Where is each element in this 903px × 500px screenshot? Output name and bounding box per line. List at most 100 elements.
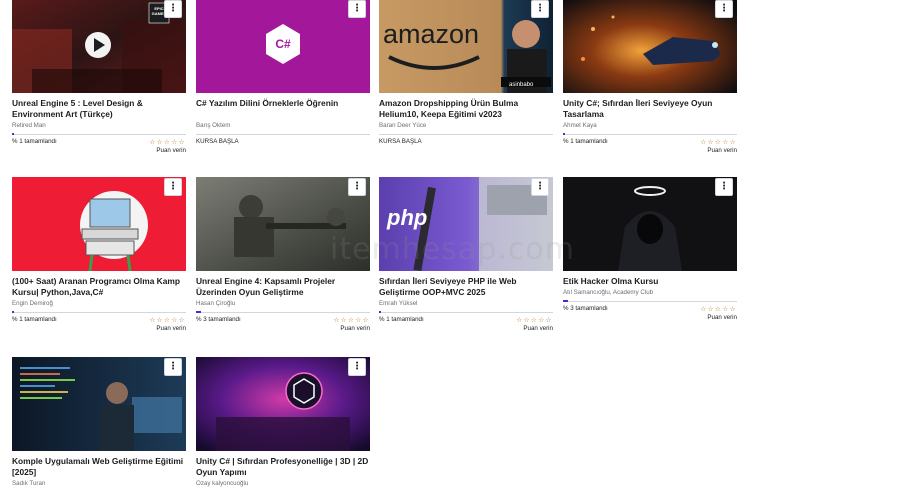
card-menu-button[interactable]: ⋮	[164, 178, 182, 196]
progress-bar	[563, 133, 737, 135]
php-logo: php	[387, 205, 428, 230]
more-vertical-icon: ⋮	[719, 3, 729, 14]
progress-fill	[196, 311, 201, 313]
course-thumbnail[interactable]: ⋮	[196, 357, 370, 451]
progress-text: % 1 tamamlandı	[12, 138, 57, 145]
card-menu-button[interactable]: ⋮	[715, 0, 733, 18]
course-thumbnail[interactable]: ⋮	[196, 177, 370, 271]
card-menu-button[interactable]: ⋮	[164, 358, 182, 376]
course-card[interactable]: php ⋮ Sıfırdan İleri Seviyeye PHP ile We…	[379, 177, 553, 337]
progress-fill	[12, 133, 14, 135]
course-title[interactable]: (100+ Saat) Aranan Programcı Olma Kamp K…	[12, 276, 186, 298]
course-card[interactable]: ⋮ Unity C#; Sıfırdan İleri Seviyeye Oyun…	[563, 0, 737, 159]
course-title[interactable]: Komple Uygulamalı Web Geliştirme Eğitimi…	[12, 456, 186, 478]
course-thumbnail[interactable]: EPIC GAMES ⋮	[12, 0, 186, 93]
rating-stars[interactable]: ☆☆☆☆☆	[149, 316, 186, 324]
progress-bar	[12, 133, 186, 135]
progress-bar	[379, 311, 553, 313]
thumbnail-image	[563, 177, 737, 271]
progress-text: % 3 tamamlandı	[563, 305, 608, 312]
course-card[interactable]: amazon asinbabo ⋮ Amazon Dropshipping Ür…	[379, 0, 553, 159]
rate-course-link[interactable]: Puan verin	[156, 147, 186, 154]
course-instructor: Retired Man	[12, 122, 46, 129]
divider	[379, 134, 553, 135]
course-thumbnail[interactable]: ⋮	[563, 0, 737, 93]
start-course-link[interactable]: KURSA BAŞLA	[196, 138, 239, 145]
card-menu-button[interactable]: ⋮	[348, 0, 366, 18]
course-title[interactable]: Amazon Dropshipping Ürün Bulma Helium10,…	[379, 98, 553, 120]
progress-fill	[12, 311, 14, 313]
card-menu-button[interactable]: ⋮	[348, 358, 366, 376]
progress-fill	[563, 133, 565, 135]
rating-stars[interactable]: ☆☆☆☆☆	[516, 316, 553, 324]
thumbnail-image	[196, 177, 370, 271]
play-icon[interactable]	[85, 32, 111, 58]
card-menu-button[interactable]: ⋮	[531, 0, 549, 18]
course-instructor: Ahmet Kaya	[563, 122, 597, 129]
more-vertical-icon: ⋮	[535, 181, 545, 192]
more-vertical-icon: ⋮	[352, 3, 362, 14]
more-vertical-icon: ⋮	[168, 361, 178, 372]
thumbnail-image	[196, 357, 370, 451]
course-thumbnail[interactable]: ⋮	[12, 177, 186, 271]
more-vertical-icon: ⋮	[168, 181, 178, 192]
course-thumbnail[interactable]: C# ⋮	[196, 0, 370, 93]
course-instructor: Atıl Samancıoğlu, Academy Club	[563, 289, 654, 296]
course-title[interactable]: Unreal Engine 4: Kapsamlı Projeler Üzeri…	[196, 276, 370, 298]
divider	[196, 134, 370, 135]
course-thumbnail[interactable]: ⋮	[12, 357, 186, 451]
course-title[interactable]: Unreal Engine 5 : Level Design & Environ…	[12, 98, 186, 120]
course-instructor: Baran Deer Yüce	[379, 122, 427, 129]
csharp-logo: C#	[275, 37, 291, 51]
course-grid: EPIC GAMES ⋮ Unreal Engine 5 : Level Des…	[0, 0, 903, 500]
progress-text: % 1 tamamlandı	[12, 316, 57, 323]
course-thumbnail[interactable]: amazon asinbabo ⋮	[379, 0, 553, 93]
course-card[interactable]: ⋮ Unreal Engine 4: Kapsamlı Projeler Üze…	[196, 177, 370, 337]
rate-course-link[interactable]: Puan verin	[523, 325, 553, 332]
card-menu-button[interactable]: ⋮	[531, 178, 549, 196]
card-menu-button[interactable]: ⋮	[164, 0, 182, 18]
course-title[interactable]: Unity C#; Sıfırdan İleri Seviyeye Oyun T…	[563, 98, 737, 120]
course-card[interactable]: ⋮ Komple Uygulamalı Web Geliştirme Eğiti…	[12, 357, 186, 488]
more-vertical-icon: ⋮	[352, 361, 362, 372]
progress-bar	[196, 311, 370, 313]
course-instructor: Engin Demiroğ	[12, 300, 53, 307]
card-menu-button[interactable]: ⋮	[715, 178, 733, 196]
rating-stars[interactable]: ☆☆☆☆☆	[149, 138, 186, 146]
more-vertical-icon: ⋮	[168, 3, 178, 14]
rate-course-link[interactable]: Puan verin	[156, 325, 186, 332]
rate-course-link[interactable]: Puan verin	[340, 325, 370, 332]
more-vertical-icon: ⋮	[352, 181, 362, 192]
rating-stars[interactable]: ☆☆☆☆☆	[700, 305, 737, 313]
course-title[interactable]: C# Yazılım Dilini Örneklerle Öğrenin	[196, 98, 370, 120]
course-instructor: Hasan Çiroğlu	[196, 300, 236, 307]
progress-text: % 1 tamamlandı	[563, 138, 608, 145]
course-thumbnail[interactable]: ⋮	[563, 177, 737, 271]
rating-stars[interactable]: ☆☆☆☆☆	[700, 138, 737, 146]
course-instructor: Sadık Turan	[12, 480, 46, 487]
progress-text: % 3 tamamlandı	[196, 316, 241, 323]
rate-course-link[interactable]: Puan verin	[707, 314, 737, 321]
progress-fill	[563, 300, 568, 302]
rating-stars[interactable]: ☆☆☆☆☆	[333, 316, 370, 324]
thumbnail-image	[563, 0, 737, 93]
rate-course-link[interactable]: Puan verin	[707, 147, 737, 154]
course-card[interactable]: EPIC GAMES ⋮ Unreal Engine 5 : Level Des…	[12, 0, 186, 159]
course-card[interactable]: ⋮ Etik Hacker Olma Kursu Atıl Samancıoğl…	[563, 177, 737, 326]
course-title[interactable]: Unity C# | Sıfırdan Profesyonelliğe | 3D…	[196, 456, 370, 478]
progress-fill	[379, 311, 381, 313]
start-course-link[interactable]: KURSA BAŞLA	[379, 138, 422, 145]
course-instructor: Barış Öktem	[196, 122, 231, 129]
course-title[interactable]: Etik Hacker Olma Kursu	[563, 276, 737, 287]
more-vertical-icon: ⋮	[719, 181, 729, 192]
course-card[interactable]: ⋮ Unity C# | Sıfırdan Profesyonelliğe | …	[196, 357, 370, 488]
amazon-logo: amazon	[383, 19, 480, 49]
card-menu-button[interactable]: ⋮	[348, 178, 366, 196]
course-card[interactable]: C# ⋮ C# Yazılım Dilini Örneklerle Öğreni…	[196, 0, 370, 159]
progress-bar	[12, 311, 186, 313]
progress-text: % 1 tamamlandı	[379, 316, 424, 323]
course-thumbnail[interactable]: php ⋮	[379, 177, 553, 271]
course-card[interactable]: ⋮ (100+ Saat) Aranan Programcı Olma Kamp…	[12, 177, 186, 337]
course-title[interactable]: Sıfırdan İleri Seviyeye PHP ile Web Geli…	[379, 276, 553, 298]
course-instructor: Ozay kalyoncuoğlu	[196, 480, 249, 487]
